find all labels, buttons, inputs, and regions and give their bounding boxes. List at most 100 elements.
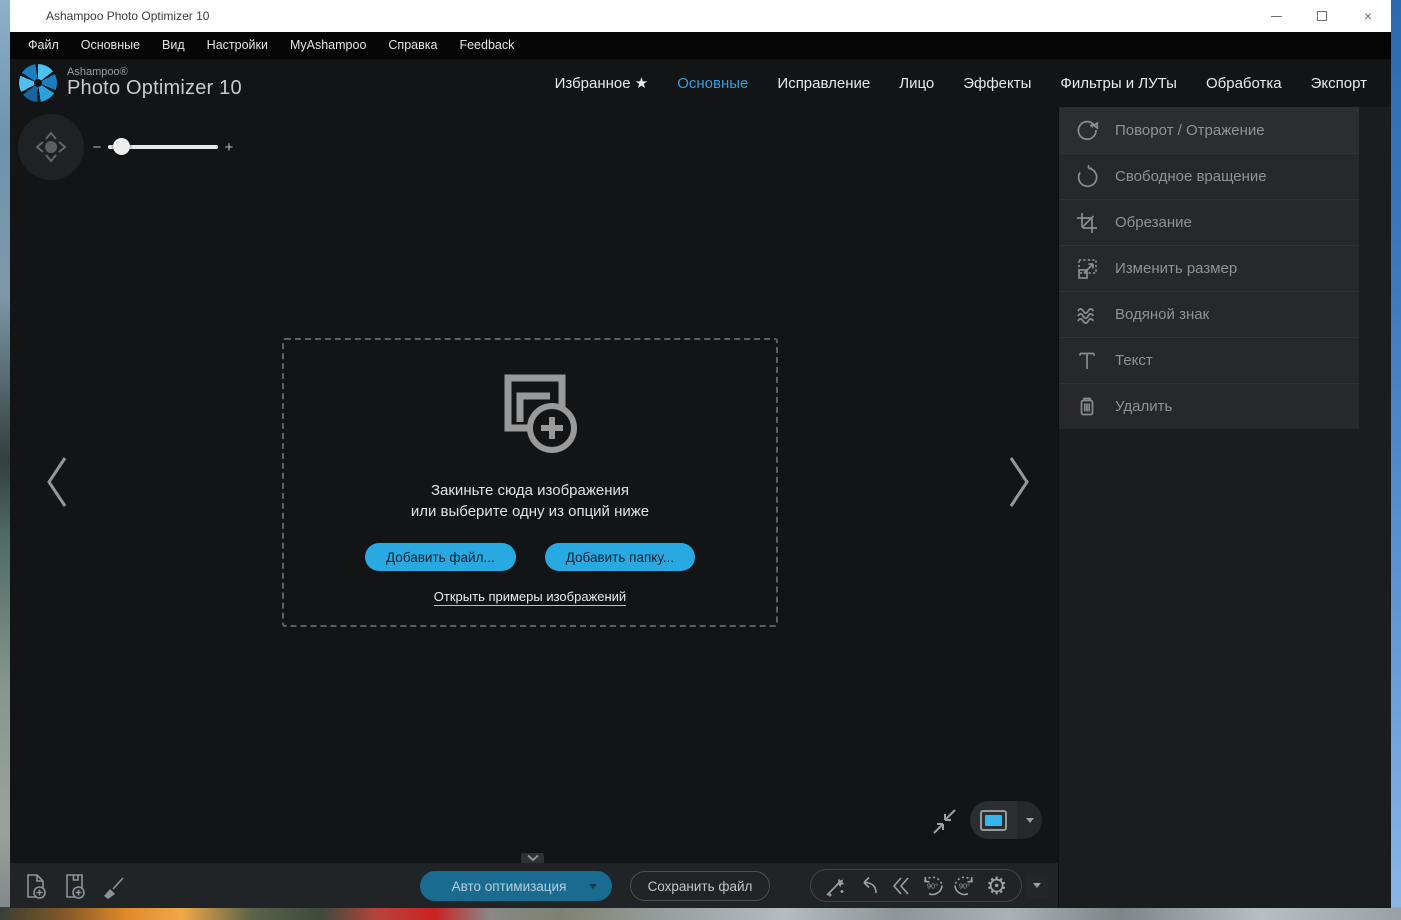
add-image-icon <box>482 370 578 456</box>
settings-button[interactable]: ⚙ <box>983 872 1011 900</box>
menu-main[interactable]: Основные <box>70 32 151 59</box>
tools-panel: Поворот / Отражение Свободное вращение <box>1059 107 1359 429</box>
zoom-slider-thumb[interactable] <box>113 138 130 155</box>
fit-to-screen-button[interactable] <box>930 807 960 842</box>
previous-image-button[interactable] <box>40 452 74 512</box>
logo-text: Ashampoo® Photo Optimizer 10 <box>67 67 242 100</box>
titlebar: Ashampoo Photo Optimizer 10 × <box>10 0 1391 32</box>
tab-face[interactable]: Лицо <box>899 75 934 92</box>
chevron-down-icon <box>1026 818 1034 823</box>
rotate-flip-icon <box>1074 117 1100 143</box>
drop-zone-text: Закиньте сюда изображения или выберите о… <box>411 480 649 522</box>
rotate-right-badge: 90° <box>959 882 970 891</box>
menu-feedback[interactable]: Feedback <box>448 32 525 59</box>
sidebar-item-label: Свободное вращение <box>1115 168 1267 185</box>
sidebar-item-label: Текст <box>1115 352 1153 369</box>
edit-actions-cluster: 90° 90° ⚙ <box>810 869 1022 902</box>
pan-control[interactable] <box>18 114 84 180</box>
toolbar-collapse-handle[interactable] <box>521 853 544 863</box>
tab-processing[interactable]: Обработка <box>1206 75 1282 92</box>
save-file-button[interactable]: Сохранить файл <box>630 871 770 901</box>
zoom-control: − + <box>90 138 236 156</box>
magic-wand-icon <box>822 873 848 899</box>
maximize-button[interactable] <box>1299 0 1345 32</box>
chevron-left-icon <box>40 452 74 512</box>
undo-all-button[interactable] <box>886 872 914 900</box>
undo-button[interactable] <box>854 872 882 900</box>
menu-settings[interactable]: Настройки <box>196 32 279 59</box>
zoom-out-label[interactable]: − <box>90 139 104 156</box>
add-file-button[interactable]: Добавить файл... <box>365 543 516 571</box>
free-rotate-icon <box>1074 164 1100 190</box>
chevron-right-icon <box>1002 452 1036 512</box>
sidebar-item-text[interactable]: Текст <box>1059 337 1359 383</box>
window-title: Ashampoo Photo Optimizer 10 <box>46 9 209 23</box>
sidebar-item-crop[interactable]: Обрезание <box>1059 199 1359 245</box>
broom-icon <box>98 871 128 901</box>
gear-icon: ⚙ <box>986 874 1008 898</box>
magic-wand-button[interactable] <box>821 872 849 900</box>
desktop-wallpaper-bottom <box>0 907 1401 920</box>
trash-icon <box>1074 394 1100 420</box>
sidebar-item-free-rotation[interactable]: Свободное вращение <box>1059 153 1359 199</box>
next-image-button[interactable] <box>1002 452 1036 512</box>
desktop-background: Ashampoo Photo Optimizer 10 × Файл Основ… <box>0 0 1401 920</box>
resize-icon <box>1074 256 1100 282</box>
zoom-in-label[interactable]: + <box>222 139 236 156</box>
auto-optimize-label: Авто оптимизация <box>452 879 567 894</box>
add-file-icon-button[interactable] <box>19 870 51 902</box>
content-area: − + <box>10 107 1391 908</box>
sidebar-item-rotate-flip[interactable]: Поворот / Отражение <box>1059 107 1359 153</box>
tab-correction[interactable]: Исправление <box>777 75 870 92</box>
text-icon <box>1074 348 1100 374</box>
menu-help[interactable]: Справка <box>377 32 448 59</box>
drop-zone-line2: или выберите одну из опций ниже <box>411 501 649 522</box>
tab-filters-luts[interactable]: Фильтры и ЛУТы <box>1060 75 1177 92</box>
undo-icon <box>855 873 881 899</box>
sidebar-item-label: Удалить <box>1115 398 1172 415</box>
add-folder-button[interactable]: Добавить папку... <box>545 543 695 571</box>
menu-view[interactable]: Вид <box>151 32 196 59</box>
watermark-icon <box>1074 302 1100 328</box>
maximize-icon <box>1317 11 1327 21</box>
add-file-icon <box>20 871 50 901</box>
minimize-icon <box>1271 16 1282 17</box>
view-mode-current[interactable] <box>970 801 1017 839</box>
menu-file[interactable]: Файл <box>17 32 70 59</box>
menubar: Файл Основные Вид Настройки MyAshampoo С… <box>10 32 1391 59</box>
pan-arrows-icon <box>18 114 84 180</box>
add-folder-icon-button[interactable] <box>58 870 90 902</box>
tab-favorites[interactable]: Избранное ★ <box>555 74 649 92</box>
zoom-slider[interactable] <box>108 145 218 149</box>
sidebar-item-delete[interactable]: Удалить <box>1059 383 1359 429</box>
window-controls: × <box>1253 0 1391 32</box>
main-tabs: Избранное ★ Основные Исправление Лицо Эф… <box>555 74 1391 92</box>
tab-main[interactable]: Основные <box>677 75 748 92</box>
tab-export[interactable]: Экспорт <box>1311 75 1367 92</box>
app-window: Ashampoo Photo Optimizer 10 × Файл Основ… <box>10 0 1391 908</box>
auto-optimize-button[interactable]: Авто оптимизация <box>420 871 612 901</box>
header: Ashampoo® Photo Optimizer 10 Избранное ★… <box>10 59 1391 107</box>
open-examples-link[interactable]: Открыть примеры изображений <box>434 589 626 606</box>
rotate-right-90-icon: 90° <box>951 872 978 899</box>
view-mode-dropdown[interactable] <box>1017 801 1042 839</box>
close-icon: × <box>1364 8 1372 24</box>
close-button[interactable]: × <box>1345 0 1391 32</box>
menu-myashampoo[interactable]: MyAshampoo <box>279 32 377 59</box>
crop-icon <box>1074 210 1100 236</box>
clean-icon-button[interactable] <box>97 870 129 902</box>
rotate-left-90-icon: 90° <box>919 872 946 899</box>
add-folder-icon <box>59 871 89 901</box>
cluster-dropdown-button[interactable] <box>1026 873 1048 898</box>
sidebar-item-watermark[interactable]: Водяной знак <box>1059 291 1359 337</box>
image-drop-zone[interactable]: Закиньте сюда изображения или выберите о… <box>282 338 778 627</box>
chevron-down-icon <box>526 854 540 862</box>
rotate-right-90-button[interactable]: 90° <box>950 872 978 900</box>
toolbar-left-icons <box>19 870 129 902</box>
view-mode-button[interactable] <box>970 801 1042 839</box>
drop-zone-buttons: Добавить файл... Добавить папку... <box>365 543 695 571</box>
minimize-button[interactable] <box>1253 0 1299 32</box>
tab-effects[interactable]: Эффекты <box>963 75 1031 92</box>
rotate-left-90-button[interactable]: 90° <box>918 872 946 900</box>
sidebar-item-resize[interactable]: Изменить размер <box>1059 245 1359 291</box>
